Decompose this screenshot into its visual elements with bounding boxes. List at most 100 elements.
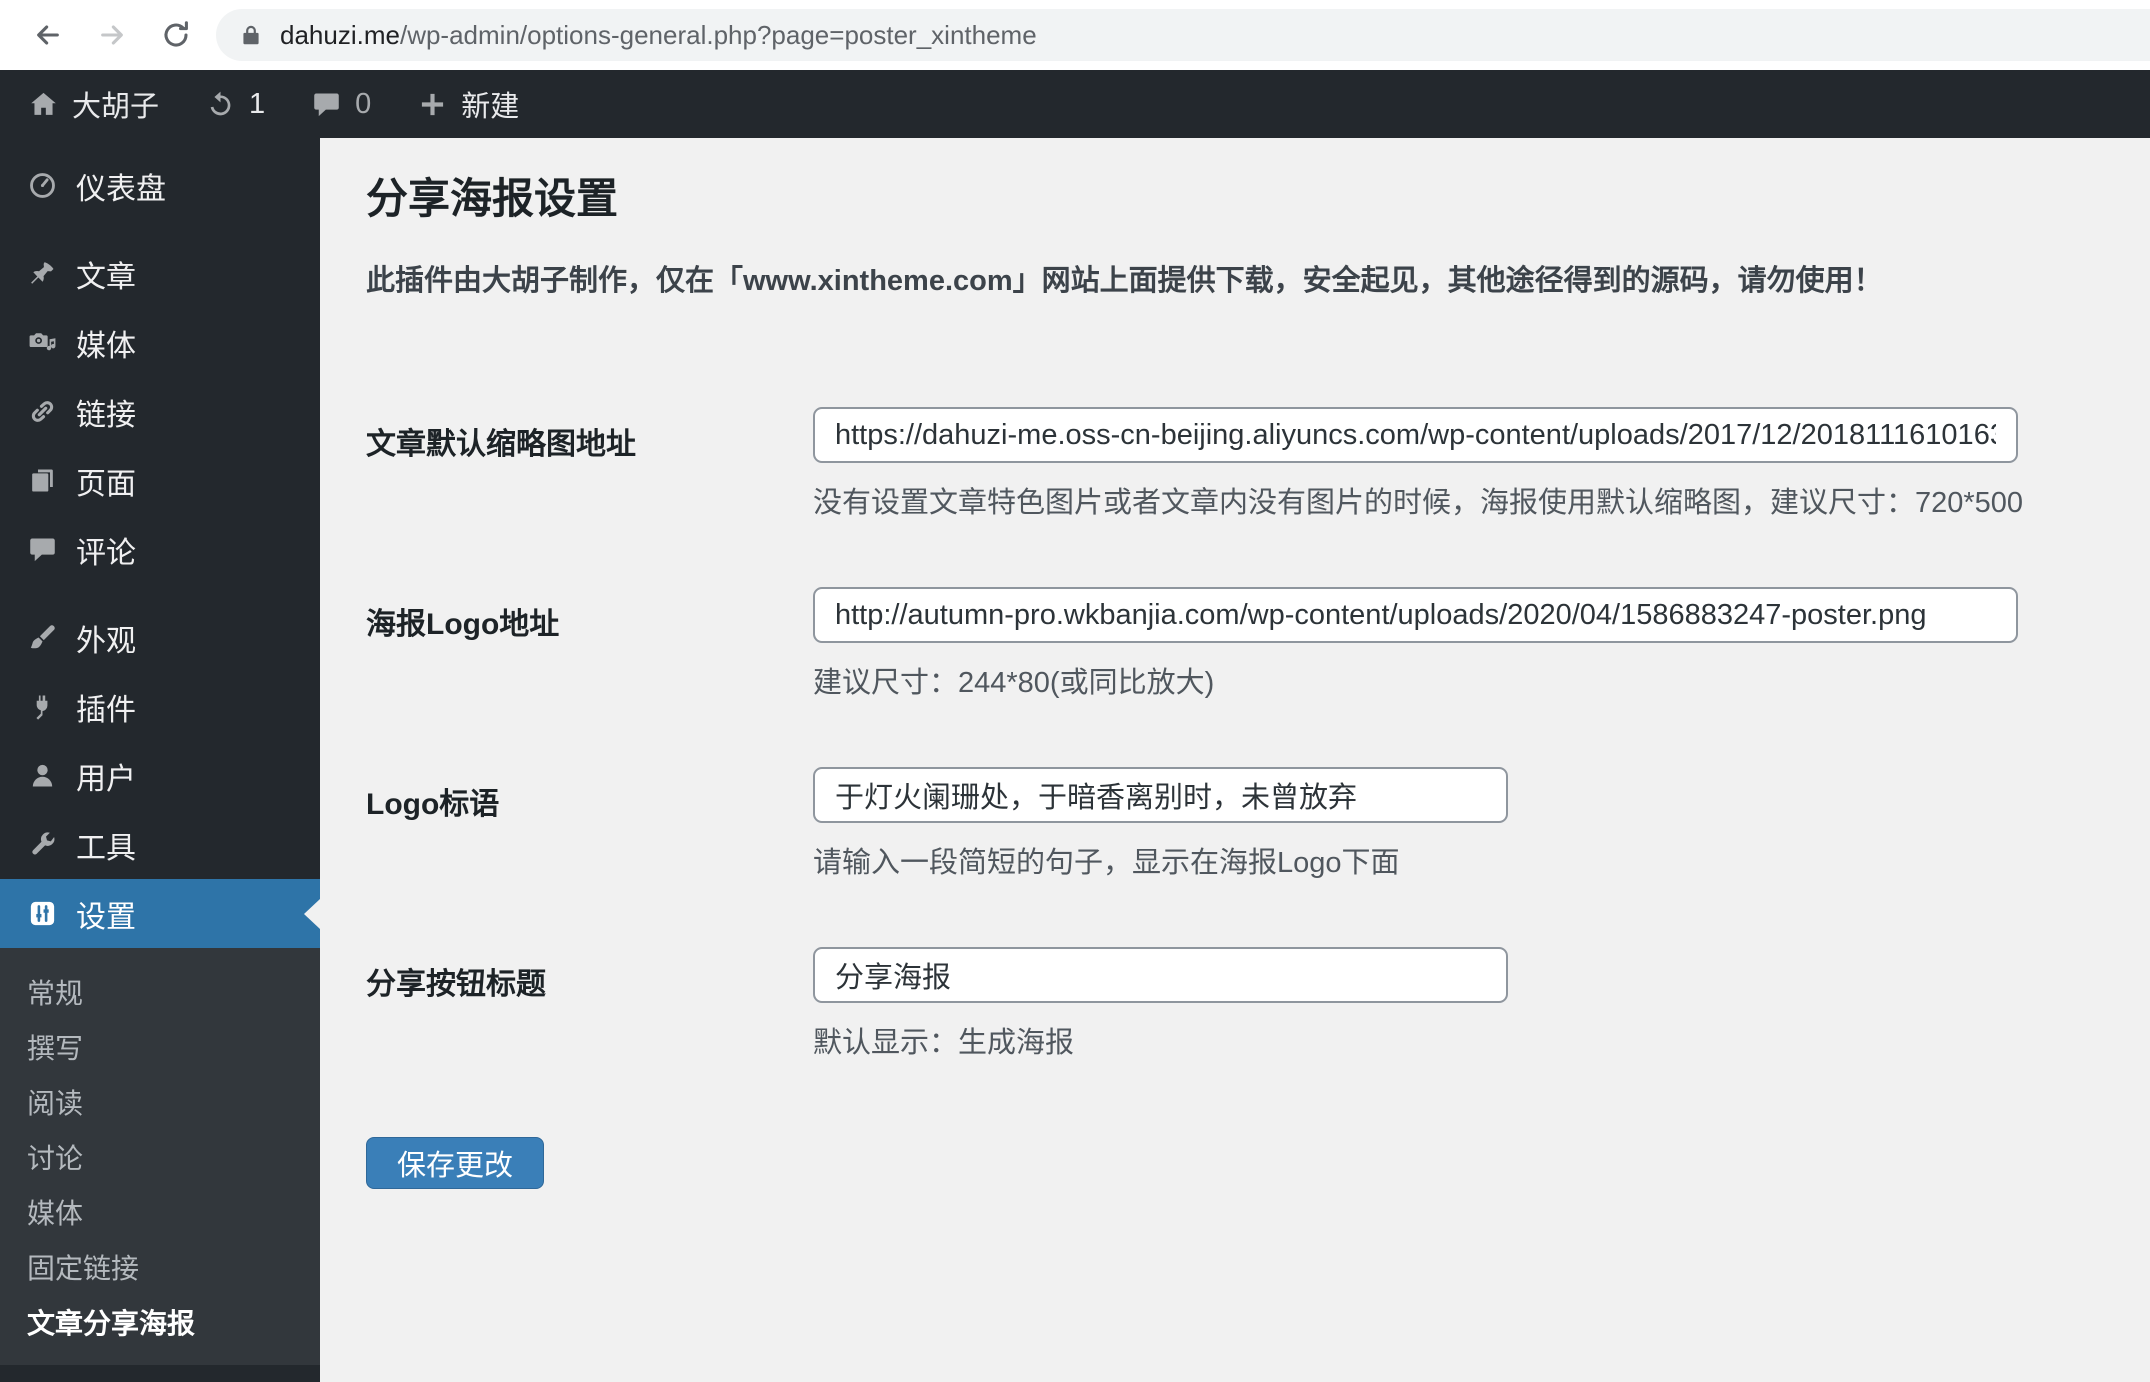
- url-text: dahuzi.me/wp-admin/options-general.php?p…: [280, 20, 1037, 51]
- default-thumbnail-url-input[interactable]: [813, 407, 2018, 464]
- adminbar-new-label: 新建: [461, 91, 520, 123]
- browser-back-button[interactable]: [30, 17, 66, 53]
- settings-page: 分享海报设置 此插件由大胡子制作，仅在「www.xintheme.com」网站上…: [320, 138, 2150, 1382]
- menu-separator: [0, 220, 320, 239]
- sidebar-item-pages[interactable]: 页面: [0, 446, 320, 515]
- pages-icon: [27, 465, 58, 496]
- field-label: 分享按钮标题: [366, 968, 546, 1002]
- adminbar-new-menu[interactable]: 新建: [417, 83, 519, 125]
- settings-submenu: 常规 撰写 阅读 讨论 媒体 固定链接 文章分享海报: [0, 948, 320, 1365]
- sidebar-item-label: 插件: [76, 693, 136, 727]
- submenu-item-media[interactable]: 媒体: [0, 1184, 320, 1239]
- submenu-label: 媒体: [27, 1197, 84, 1229]
- submenu-label: 撰写: [27, 1032, 84, 1064]
- sidebar-item-label: 工具: [76, 831, 136, 865]
- adminbar-update-count: 1: [249, 87, 266, 120]
- comment-bubble-icon: [311, 89, 342, 120]
- admin-menu: 仪表盘 文章 媒体 链接 页面 评论 外观 插件 用户 工具 设置 常规 撰写 …: [0, 138, 320, 1365]
- admin-sidebar: 仪表盘 文章 媒体 链接 页面 评论 外观 插件 用户 工具 设置 常规 撰写 …: [0, 138, 320, 1382]
- sidebar-item-label: 链接: [76, 398, 136, 432]
- url-path: /wp-admin/options-general.php?page=poste…: [399, 19, 1037, 50]
- sidebar-item-media[interactable]: 媒体: [0, 308, 320, 377]
- back-arrow-icon: [37, 25, 59, 45]
- url-host: dahuzi.me: [280, 19, 400, 50]
- submenu-item-permalinks[interactable]: 固定链接: [0, 1239, 320, 1294]
- browser-toolbar: dahuzi.me/wp-admin/options-general.php?p…: [0, 0, 2150, 70]
- submenu-label: 文章分享海报: [27, 1307, 196, 1339]
- form-row-default-thumbnail: 文章默认缩略图地址 没有设置文章特色图片或者文章内没有图片的时候，海报使用默认缩…: [366, 407, 2110, 521]
- sidebar-item-label: 外观: [76, 624, 136, 658]
- submenu-item-reading[interactable]: 阅读: [0, 1074, 320, 1129]
- save-changes-button[interactable]: 保存更改: [366, 1137, 545, 1190]
- adminbar-site-menu[interactable]: 大胡子: [28, 83, 159, 125]
- update-icon: [205, 89, 236, 120]
- sidebar-item-dashboard[interactable]: 仪表盘: [0, 151, 320, 220]
- sidebar-item-users[interactable]: 用户: [0, 741, 320, 810]
- sidebar-item-posts[interactable]: 文章: [0, 239, 320, 308]
- plugin-notice: 此插件由大胡子制作，仅在「www.xintheme.com」网站上面提供下载，安…: [366, 265, 1883, 298]
- field-help: 没有设置文章特色图片或者文章内没有图片的时候，海报使用默认缩略图，建议尺寸：72…: [813, 487, 2024, 520]
- address-bar[interactable]: dahuzi.me/wp-admin/options-general.php?p…: [216, 9, 2150, 61]
- sidebar-item-label: 仪表盘: [76, 172, 166, 206]
- form-row-share-button-title: 分享按钮标题 默认显示：生成海报: [366, 947, 2110, 1061]
- form-row-logo-slogan: Logo标语 请输入一段简短的句子，显示在海报Logo下面: [366, 767, 2110, 881]
- sidebar-item-label: 用户: [76, 762, 136, 796]
- field-control: 请输入一段简短的句子，显示在海报Logo下面: [813, 767, 1508, 881]
- browser-reload-button[interactable]: [158, 17, 194, 53]
- submenu-item-share-poster[interactable]: 文章分享海报: [0, 1294, 320, 1349]
- sidebar-item-plugins[interactable]: 插件: [0, 672, 320, 741]
- submenu-item-general[interactable]: 常规: [0, 964, 320, 1019]
- field-label: Logo标语: [366, 788, 500, 822]
- settings-icon: [27, 898, 58, 929]
- submenu-item-discussion[interactable]: 讨论: [0, 1129, 320, 1184]
- field-help: 默认显示：生成海报: [813, 1027, 1075, 1060]
- current-menu-arrow: [304, 898, 320, 929]
- field-control: 建议尺寸：244*80(或同比放大): [813, 587, 2018, 701]
- sidebar-item-label: 设置: [76, 900, 136, 934]
- browser-forward-button[interactable]: [94, 17, 130, 53]
- page-title: 分享海报设置: [366, 175, 619, 222]
- share-button-title-input[interactable]: [813, 947, 1508, 1004]
- field-help: 请输入一段简短的句子，显示在海报Logo下面: [813, 847, 1400, 880]
- sidebar-item-appearance[interactable]: 外观: [0, 603, 320, 672]
- field-control: 默认显示：生成海报: [813, 947, 1508, 1061]
- forward-arrow-icon: [101, 25, 123, 45]
- field-label: 文章默认缩略图地址: [366, 428, 636, 462]
- home-icon: [28, 89, 59, 120]
- form-row-poster-logo: 海报Logo地址 建议尺寸：244*80(或同比放大): [366, 587, 2110, 701]
- reload-icon: [164, 21, 188, 47]
- sidebar-item-comments[interactable]: 评论: [0, 515, 320, 584]
- adminbar-site-name: 大胡子: [72, 91, 160, 123]
- link-icon: [27, 396, 58, 427]
- post-icon: [27, 258, 58, 289]
- plugins-icon: [27, 691, 58, 722]
- dashboard-icon: [27, 170, 58, 201]
- sidebar-item-links[interactable]: 链接: [0, 377, 320, 446]
- plus-icon: [417, 89, 448, 120]
- comments-icon: [27, 534, 58, 565]
- sidebar-item-label: 文章: [76, 260, 136, 294]
- lock-icon[interactable]: [238, 22, 264, 48]
- submenu-label: 讨论: [27, 1142, 84, 1174]
- logo-slogan-input[interactable]: [813, 767, 1508, 824]
- menu-separator: [0, 584, 320, 603]
- sidebar-item-label: 评论: [76, 536, 136, 570]
- settings-form: 文章默认缩略图地址 没有设置文章特色图片或者文章内没有图片的时候，海报使用默认缩…: [366, 407, 2110, 1061]
- users-icon: [27, 760, 58, 791]
- submenu-item-writing[interactable]: 撰写: [0, 1019, 320, 1074]
- submenu-label: 阅读: [27, 1087, 84, 1119]
- submenu-label: 固定链接: [27, 1252, 140, 1284]
- sidebar-item-label: 页面: [76, 467, 136, 501]
- sidebar-item-settings[interactable]: 设置: [0, 879, 320, 948]
- sidebar-item-tools[interactable]: 工具: [0, 810, 320, 879]
- field-control: 没有设置文章特色图片或者文章内没有图片的时候，海报使用默认缩略图，建议尺寸：72…: [813, 407, 2023, 521]
- tools-icon: [27, 829, 58, 860]
- adminbar-comment-count: 0: [355, 87, 372, 120]
- submenu-label: 常规: [27, 977, 84, 1009]
- media-icon: [27, 327, 58, 358]
- adminbar-comments[interactable]: 0: [311, 88, 371, 121]
- poster-logo-url-input[interactable]: [813, 587, 2018, 644]
- adminbar-updates[interactable]: 1: [205, 88, 265, 121]
- appearance-icon: [27, 622, 58, 653]
- field-help: 建议尺寸：244*80(或同比放大): [813, 667, 1215, 700]
